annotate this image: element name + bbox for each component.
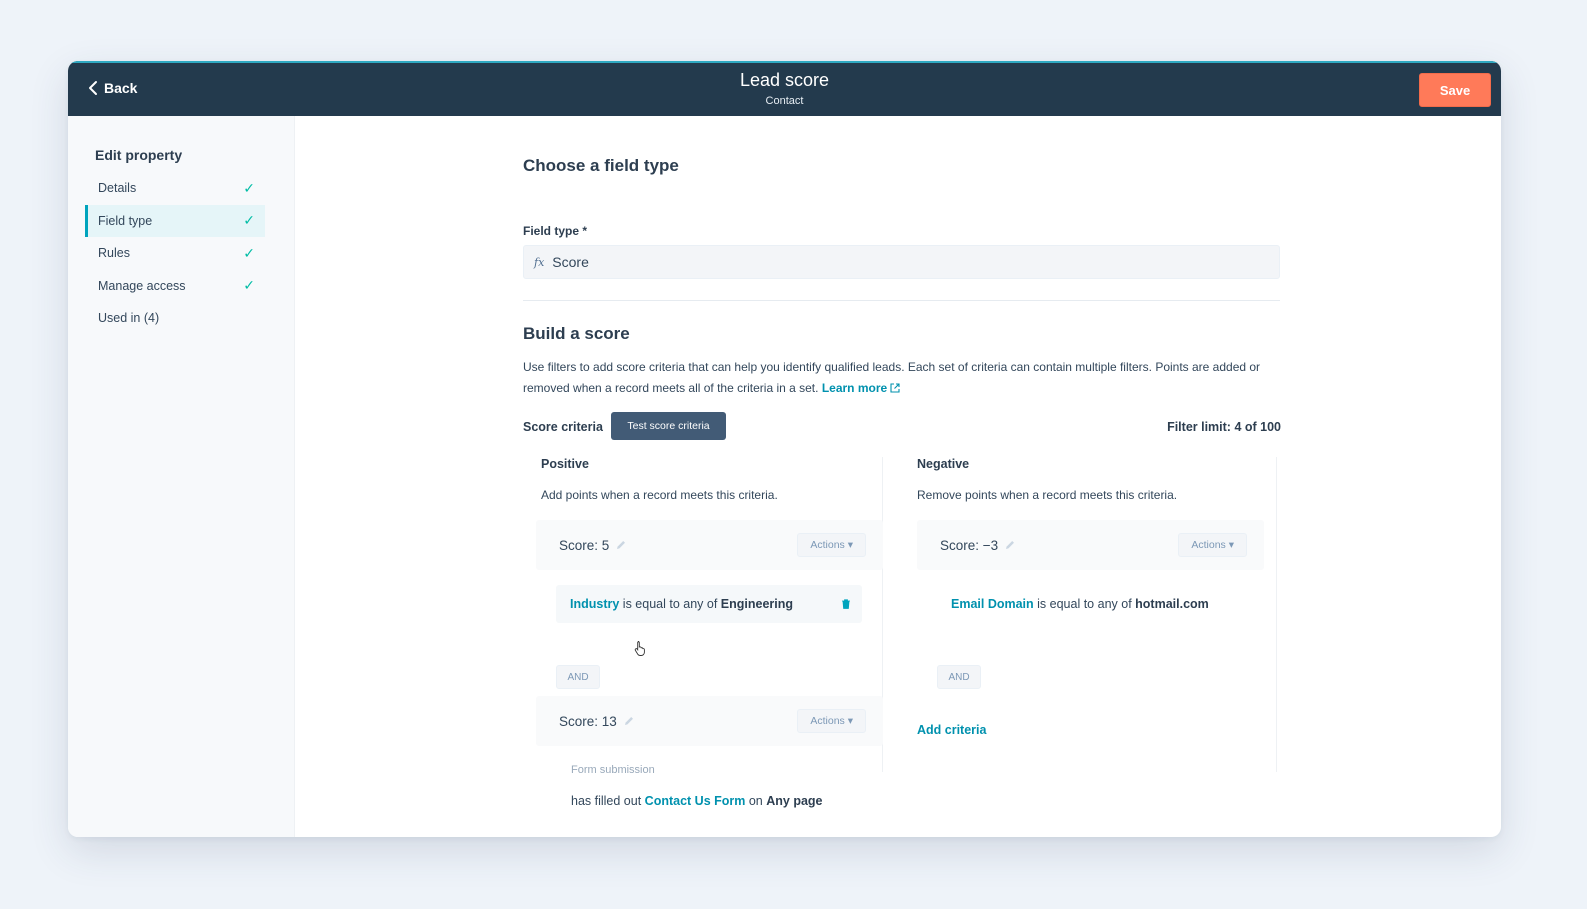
score-value: Score: −3 [940, 538, 1016, 553]
filter-operator: is equal to any of [1037, 597, 1132, 611]
score-criteria-label: Score criteria [523, 420, 603, 434]
actions-label: Actions [810, 715, 845, 727]
section-divider [523, 300, 1280, 301]
check-icon: ✓ [243, 179, 255, 196]
score-label: Score: 5 [559, 537, 610, 553]
and-button[interactable]: AND [556, 665, 600, 689]
negative-column: Negative Remove points when a record mee… [917, 457, 1277, 772]
learn-more-label: Learn more [821, 381, 888, 395]
field-type-heading: Choose a field type [523, 156, 679, 175]
form-name-link[interactable]: Contact Us Form [645, 794, 746, 808]
check-icon: ✓ [243, 212, 255, 229]
filter-prefix: has filled out [571, 794, 642, 808]
filter-text: Industry is equal to any of Engineering [570, 597, 793, 611]
positive-title: Positive [541, 457, 589, 471]
sidebar-item-label: Details [98, 181, 137, 195]
filter-row[interactable]: Industry is equal to any of Engineering [556, 585, 862, 623]
page-title: Lead score [739, 70, 830, 90]
back-label: Back [104, 80, 138, 96]
filter-mid: on [748, 794, 763, 808]
sidebar-item-details[interactable]: Details ✓ [85, 172, 265, 204]
check-icon: ✓ [243, 277, 255, 294]
score-card: Score: −3 Actions ▾ [917, 520, 1264, 570]
build-score-description: Use filters to add score criteria that c… [523, 357, 1273, 399]
add-criteria-link[interactable]: Add criteria [917, 723, 986, 737]
save-button[interactable]: Save [1419, 73, 1491, 107]
pencil-icon[interactable] [615, 539, 627, 551]
positive-column: Positive Add points when a record meets … [536, 457, 883, 808]
page-title-group: Lead score Contact [68, 70, 1501, 107]
check-icon: ✓ [243, 244, 255, 261]
score-card: Score: 5 Actions ▾ [536, 520, 883, 570]
score-label: Score: −3 [940, 537, 999, 553]
actions-label: Actions [810, 539, 845, 551]
sidebar-nav: Details ✓ Field type ✓ Rules ✓ Manage ac… [85, 172, 265, 335]
hand-cursor-icon [634, 641, 645, 656]
pencil-icon[interactable] [623, 715, 635, 727]
sidebar-item-field-type[interactable]: Field type ✓ [85, 204, 265, 237]
score-value: Score: 13 [559, 714, 635, 729]
filter-operator: is equal to any of [622, 597, 718, 611]
sidebar-item-label: Field type [98, 213, 153, 228]
actions-dropdown[interactable]: Actions ▾ [797, 709, 866, 733]
filter-limit: Filter limit: 4 of 100 [1167, 420, 1281, 434]
score-card: Score: 13 Actions ▾ [536, 696, 883, 746]
filter-value: Engineering [720, 597, 794, 611]
and-button[interactable]: AND [937, 665, 981, 689]
score-label: Score: 13 [559, 713, 617, 729]
filter-property: Industry [570, 597, 620, 611]
actions-dropdown[interactable]: Actions ▾ [797, 533, 866, 557]
filter-page: Any page [766, 794, 823, 808]
actions-label: Actions [1191, 539, 1226, 551]
main-content: Choose a field type Field type * fx Scor… [523, 116, 1283, 837]
chevron-left-icon [89, 81, 97, 95]
field-type-select[interactable]: fx Score [523, 245, 1280, 279]
trash-icon[interactable] [840, 598, 852, 610]
sidebar-item-label: Used in (4) [98, 311, 160, 326]
negative-subtitle: Remove points when a record meets this c… [917, 488, 1178, 502]
filter-text: Email Domain is equal to any of hotmail.… [951, 597, 1209, 611]
sidebar: Edit property Details ✓ Field type ✓ Rul… [68, 116, 295, 837]
sidebar-item-label: Manage access [98, 278, 186, 293]
filter-property: Email Domain [951, 597, 1034, 611]
pencil-icon[interactable] [1004, 539, 1016, 551]
learn-more-link[interactable]: Learn more [822, 381, 900, 395]
form-filter-text: has filled out Contact Us Form on Any pa… [571, 794, 823, 808]
sidebar-item-rules[interactable]: Rules ✓ [85, 237, 265, 269]
top-bar: Back Lead score Contact Save [68, 61, 1501, 116]
field-type-label: Field type * [523, 224, 588, 238]
score-value: Score: 5 [559, 538, 627, 553]
build-score-heading: Build a score [523, 324, 630, 343]
back-button[interactable]: Back [88, 80, 137, 96]
external-link-icon [890, 383, 900, 393]
positive-subtitle: Add points when a record meets this crit… [541, 488, 778, 502]
page-subtitle: Contact [765, 95, 804, 107]
field-type-value: Score [552, 254, 589, 270]
sidebar-item-used-in[interactable]: Used in (4) [85, 302, 265, 334]
sidebar-title: Edit property [95, 147, 183, 163]
app-window: Back Lead score Contact Save Edit proper… [68, 61, 1501, 837]
sidebar-item-label: Rules [98, 246, 130, 261]
sidebar-item-manage-access[interactable]: Manage access ✓ [85, 270, 265, 302]
function-icon: fx [534, 255, 545, 269]
actions-dropdown[interactable]: Actions ▾ [1178, 533, 1247, 557]
test-score-criteria-button[interactable]: Test score criteria [611, 412, 726, 440]
filter-row[interactable]: Email Domain is equal to any of hotmail.… [937, 585, 1243, 623]
filter-value: hotmail.com [1135, 597, 1209, 611]
filter-group-label: Form submission [571, 764, 655, 776]
negative-title: Negative [917, 457, 970, 471]
